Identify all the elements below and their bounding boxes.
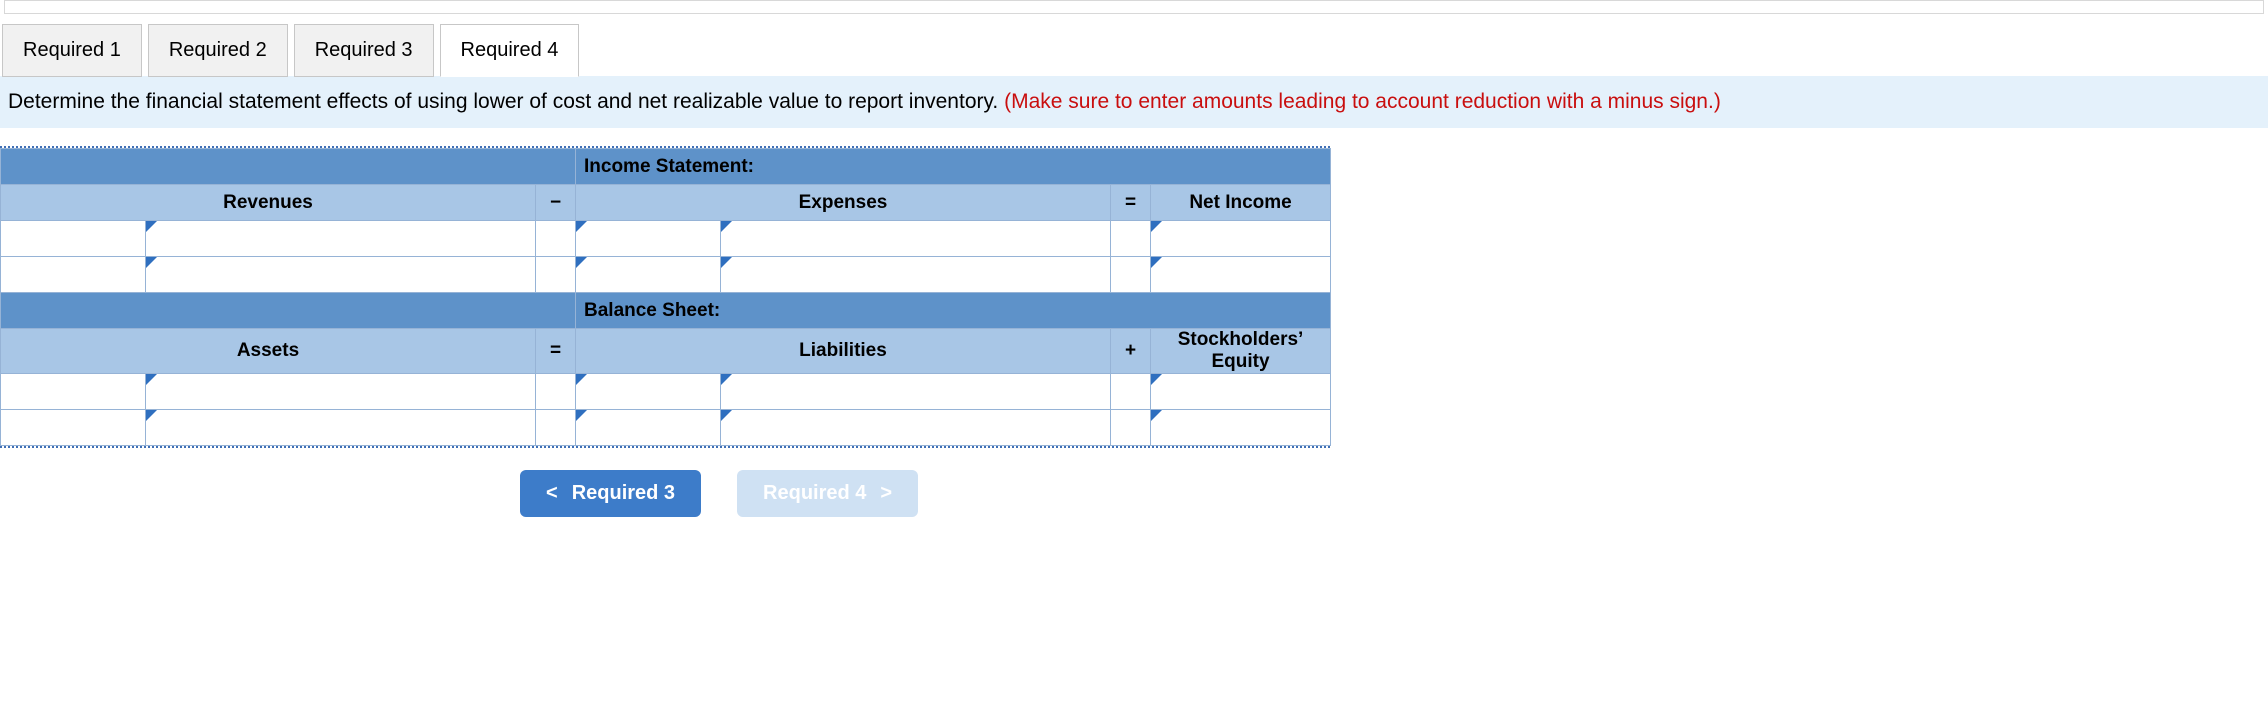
netinc-1[interactable] [1151,221,1331,257]
blank-op-4b [1111,410,1151,446]
instruction-text: Determine the financial statement effect… [8,90,1004,113]
flag-icon [146,257,157,268]
next-button[interactable]: Required 4 > [737,470,918,517]
asset-acct-2[interactable] [1,410,146,446]
prev-label: Required 3 [572,482,675,505]
col-netincome: Net Income [1151,185,1331,221]
liab-acct-2[interactable] [576,410,721,446]
asset-acct-1[interactable] [1,374,146,410]
op-minus: − [536,185,576,221]
flag-icon [1151,221,1162,232]
rev-amt-2[interactable] [146,257,536,293]
flag-icon [576,221,587,232]
flag-icon [146,221,157,232]
flag-icon [721,410,732,421]
exp-acct-1[interactable] [576,221,721,257]
flag-icon [721,221,732,232]
equity-1[interactable] [1151,374,1331,410]
flag-icon [576,410,587,421]
flag-icon [146,374,157,385]
blank-op-1a [536,221,576,257]
flag-icon [576,374,587,385]
blank-op-3a [536,374,576,410]
flag-icon [721,374,732,385]
income-header-title: Income Statement: [576,149,1331,185]
tab-required-3[interactable]: Required 3 [294,24,434,77]
tab-row: Required 1 Required 2 Required 3 Require… [0,24,2268,77]
flag-icon [1151,257,1162,268]
instruction-warning: (Make sure to enter amounts leading to a… [1004,90,1721,113]
liab-acct-1[interactable] [576,374,721,410]
op-equals-1: = [1111,185,1151,221]
exp-acct-2[interactable] [576,257,721,293]
asset-amt-2[interactable] [146,410,536,446]
balance-header-left [1,293,576,329]
netinc-2[interactable] [1151,257,1331,293]
income-header-left [1,149,576,185]
chevron-left-icon: < [546,482,558,505]
balance-header-title: Balance Sheet: [576,293,1331,329]
tab-required-2[interactable]: Required 2 [148,24,288,77]
flag-icon [146,410,157,421]
nav-buttons: < Required 3 Required 4 > [520,470,2268,517]
col-revenues: Revenues [1,185,536,221]
blank-op-2b [1111,257,1151,293]
flag-icon [576,257,587,268]
col-equity: Stockholders’ Equity [1151,329,1331,374]
flag-icon [1151,410,1162,421]
col-assets: Assets [1,329,536,374]
equity-2[interactable] [1151,410,1331,446]
op-equals-2: = [536,329,576,374]
instruction-panel: Determine the financial statement effect… [0,76,2268,128]
liab-amt-1[interactable] [721,374,1111,410]
top-blank-bar [4,0,2264,14]
flag-icon [1151,374,1162,385]
blank-op-1b [1111,221,1151,257]
chevron-right-icon: > [880,482,892,505]
tab-required-4[interactable]: Required 4 [440,24,580,77]
blank-op-2a [536,257,576,293]
rev-amt-1[interactable] [146,221,536,257]
col-liabilities: Liabilities [576,329,1111,374]
op-plus: + [1111,329,1151,374]
rev-acct-1[interactable] [1,221,146,257]
blank-op-4a [536,410,576,446]
next-label: Required 4 [763,482,866,505]
asset-amt-1[interactable] [146,374,536,410]
flag-icon [721,257,732,268]
exp-amt-1[interactable] [721,221,1111,257]
tab-required-1[interactable]: Required 1 [2,24,142,77]
col-expenses: Expenses [576,185,1111,221]
worksheet-table: Income Statement: Revenues − Expenses = … [0,146,1330,448]
prev-button[interactable]: < Required 3 [520,470,701,517]
blank-op-3b [1111,374,1151,410]
rev-acct-2[interactable] [1,257,146,293]
liab-amt-2[interactable] [721,410,1111,446]
exp-amt-2[interactable] [721,257,1111,293]
